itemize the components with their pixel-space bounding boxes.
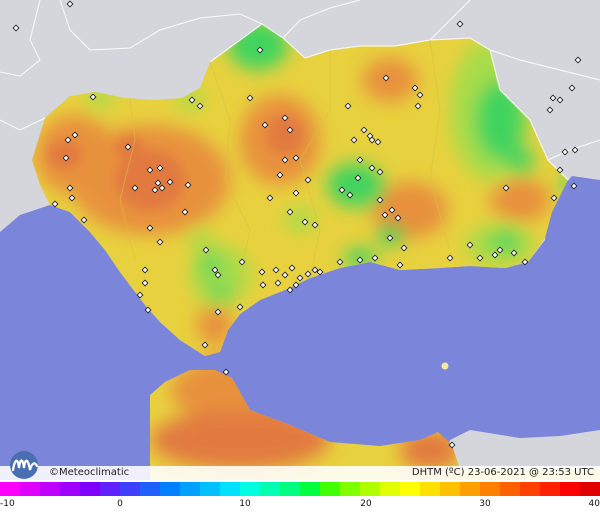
color-scale-segment: [420, 482, 440, 496]
map-footer: ©Meteoclimatic DHTM (ºC) 23-06-2021 @ 23…: [0, 466, 600, 480]
color-scale-segment: [20, 482, 40, 496]
color-scale-segment: [240, 482, 260, 496]
color-scale-segment: [300, 482, 320, 496]
color-scale-segment: [200, 482, 220, 496]
color-scale-segment: [40, 482, 60, 496]
color-scale-segment: [480, 482, 500, 496]
color-scale-segment: [520, 482, 540, 496]
temperature-map: ©Meteoclimatic DHTM (ºC) 23-06-2021 @ 23…: [0, 0, 600, 480]
color-scale-segment: [180, 482, 200, 496]
color-scale-segment: [220, 482, 240, 496]
color-scale-segment: [80, 482, 100, 496]
color-scale-segment: [320, 482, 340, 496]
color-scale-bar: [0, 482, 600, 496]
color-scale-segment: [140, 482, 160, 496]
scale-tick-40: 40: [588, 499, 600, 509]
map-caption: DHTM (ºC) 23-06-2021 @ 23:53 UTC: [411, 467, 594, 478]
color-scale-segment: [440, 482, 460, 496]
credit-label: ©Meteoclimatic: [49, 467, 130, 478]
color-scale-segment: [400, 482, 420, 496]
color-scale-segment: [380, 482, 400, 496]
scale-tick-20: 20: [360, 499, 372, 509]
color-scale-segment: [120, 482, 140, 496]
color-scale-segment: [340, 482, 360, 496]
color-scale-segment: [160, 482, 180, 496]
color-scale-segment: [60, 482, 80, 496]
meteoclimatic-logo-icon: [10, 451, 39, 479]
color-scale-segment: [280, 482, 300, 496]
color-scale-segment: [100, 482, 120, 496]
scale-tick-minus10: -10: [0, 499, 15, 509]
color-scale-segment: [260, 482, 280, 496]
scale-tick-10: 10: [239, 499, 251, 509]
scale-tick-0: 0: [117, 499, 123, 509]
color-scale-segment: [500, 482, 520, 496]
color-scale-segment: [580, 482, 600, 496]
map-canvas: [0, 0, 600, 480]
ceuta-marker: [441, 362, 449, 370]
color-scale-segment: [0, 482, 20, 496]
scale-tick-30: 30: [479, 499, 491, 509]
color-scale-segment: [560, 482, 580, 496]
color-scale: -10 0 10 20 30 40: [0, 480, 600, 517]
color-scale-segment: [360, 482, 380, 496]
color-scale-segment: [460, 482, 480, 496]
color-scale-segment: [540, 482, 560, 496]
